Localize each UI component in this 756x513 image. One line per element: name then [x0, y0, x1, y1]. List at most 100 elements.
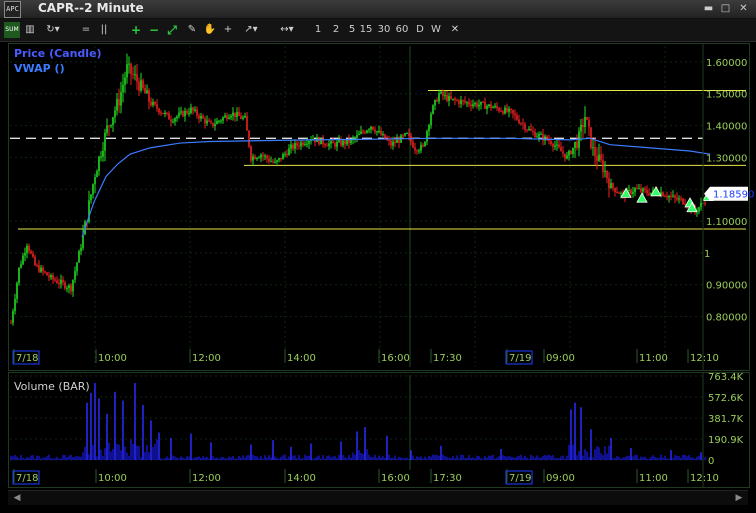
candle-body	[564, 153, 566, 159]
candle-body	[144, 88, 146, 94]
candle-body	[284, 153, 286, 155]
candle-body	[558, 144, 560, 148]
candle-body	[164, 112, 166, 115]
scroll-left-icon[interactable]: ◀	[11, 492, 23, 504]
candle-body	[508, 108, 510, 112]
candle-body	[670, 195, 672, 197]
candle-body	[276, 160, 278, 162]
candle-body	[582, 125, 584, 127]
candle-body	[676, 197, 678, 200]
candle-body	[420, 145, 422, 151]
candle-body	[40, 267, 42, 272]
scroll-right-icon[interactable]: ▶	[733, 492, 745, 504]
candle-body	[452, 98, 454, 100]
candle-body	[418, 150, 420, 152]
candle-body	[168, 113, 170, 120]
candle-body	[360, 131, 362, 134]
candle-body	[42, 267, 44, 272]
candle-body	[32, 253, 34, 257]
candle-body	[274, 161, 276, 163]
candle-body	[494, 105, 496, 108]
candle-body	[664, 196, 666, 198]
candle-body	[264, 155, 266, 157]
candle-body	[520, 123, 522, 125]
candle-body	[644, 188, 646, 191]
candle-body	[340, 140, 342, 146]
candle-body	[486, 106, 488, 109]
volume-axis-label: 381.7K	[708, 414, 744, 425]
candle-body	[434, 99, 436, 106]
candle-body	[620, 192, 622, 194]
candle-body	[110, 125, 112, 127]
candle-body	[446, 95, 448, 101]
candle-body	[332, 141, 334, 144]
candle-body	[150, 101, 152, 106]
candle-body	[298, 145, 300, 147]
candle-body	[606, 171, 608, 179]
candle-body	[358, 133, 360, 135]
candle-body	[176, 116, 178, 119]
candle-body	[256, 157, 258, 160]
volume-time-label: 7/19	[509, 473, 531, 484]
candle-body	[238, 112, 240, 116]
candle-body	[530, 128, 532, 131]
candle-body	[22, 255, 24, 265]
candle-body	[60, 279, 62, 284]
candle-body	[322, 137, 324, 145]
candle-body	[428, 125, 430, 132]
candle-body	[700, 203, 702, 208]
candle-body	[674, 195, 676, 198]
signal-marker-icon	[636, 192, 648, 203]
horizontal-scrollbar[interactable]: ◀ ▶	[8, 490, 748, 505]
volume-time-label: 17:30	[433, 473, 462, 484]
volume-axis-label: 0	[708, 456, 714, 467]
price-time-label: 11:00	[639, 353, 668, 364]
candle-body	[382, 134, 384, 136]
candle-body	[306, 143, 308, 145]
candle-body	[50, 275, 52, 278]
volume-time-label: 11:00	[639, 473, 668, 484]
candle-body	[632, 191, 634, 194]
candle-body	[120, 92, 122, 106]
candle-body	[324, 144, 326, 146]
candle-body	[64, 282, 66, 289]
candle-body	[70, 285, 72, 292]
candle-body	[124, 77, 126, 85]
candle-body	[356, 134, 358, 138]
candle-body	[54, 279, 56, 281]
candle-body	[200, 115, 202, 119]
candle-body	[490, 104, 492, 108]
candle-body	[588, 119, 590, 128]
candle-body	[170, 119, 172, 122]
legend-price: Price (Candle)	[14, 47, 102, 60]
volume-time-label: 12:10	[690, 473, 719, 484]
candle-body	[440, 91, 442, 94]
candle-body	[128, 63, 130, 65]
candle-body	[618, 192, 620, 194]
candle-body	[56, 280, 58, 284]
candle-body	[538, 134, 540, 137]
candle-body	[270, 161, 272, 163]
candle-body	[662, 192, 664, 197]
candle-body	[548, 139, 550, 142]
candle-body	[318, 137, 320, 145]
price-time-label: 17:30	[433, 353, 462, 364]
candle-body	[450, 96, 452, 99]
candle-body	[444, 95, 446, 97]
candle-body	[406, 133, 408, 135]
candle-body	[598, 154, 600, 161]
candle-body	[46, 272, 48, 276]
candle-body	[192, 107, 194, 111]
candle-body	[596, 156, 598, 161]
candle-body	[586, 117, 588, 120]
volume-time-label: 16:00	[381, 473, 410, 484]
candle-body	[398, 139, 400, 143]
candle-body	[524, 124, 526, 130]
candle-body	[236, 112, 238, 117]
current-price-label: 1.18590	[713, 190, 754, 201]
candle-body	[254, 156, 256, 160]
candle-body	[568, 150, 570, 156]
candle-body	[344, 140, 346, 145]
candle-body	[112, 117, 114, 126]
candle-body	[308, 141, 310, 144]
